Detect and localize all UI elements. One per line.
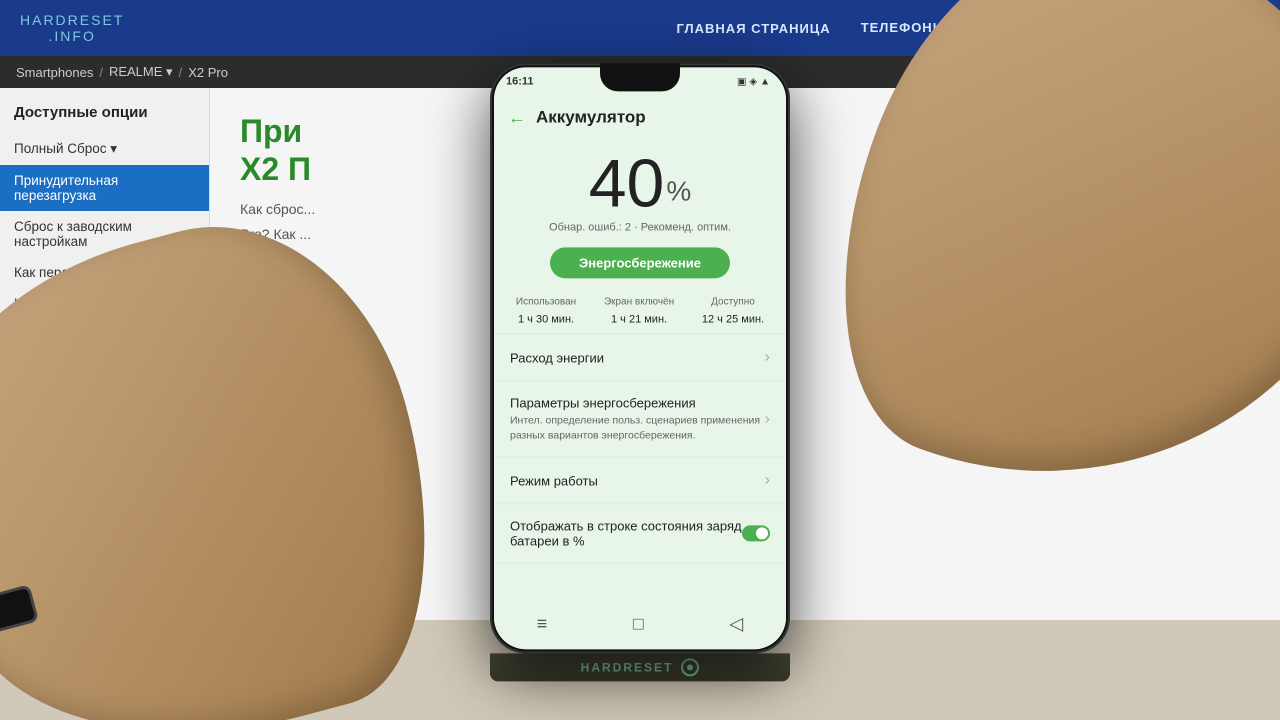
menu-energy-consumption[interactable]: Расход энергии ›: [494, 334, 786, 381]
breadcrumb-sep2: /: [179, 65, 183, 80]
breadcrumb-x2pro[interactable]: X2 Pro: [188, 65, 228, 80]
chevron-icon-1: ›: [765, 410, 770, 428]
menu-power-save-params[interactable]: Параметры энергосбережения Интел. опреде…: [494, 381, 786, 457]
avail-label: Доступно: [702, 296, 764, 307]
logo-line2: .INFO: [20, 28, 124, 44]
battery-percent-section: 40% Обнар. ошиб.: 2 · Рекоменд. оптим.: [494, 139, 786, 239]
battery-pct-sign: %: [666, 175, 691, 206]
stand-logo: HARDRESET: [581, 660, 674, 674]
logo-line1: HARDRESET: [20, 12, 124, 28]
energy-consumption-title: Расход энергии: [510, 350, 765, 365]
realme-logo: REALME: [1035, 130, 1250, 185]
battery-percentage: 40: [589, 149, 665, 217]
stand-power-icon: [681, 658, 699, 676]
breadcrumb-sep1: /: [99, 65, 103, 80]
screen-label: Экран включён: [604, 296, 674, 307]
phone-screen: 16:11 ▣ ◈ ▲ ← Аккумулятор 40% Обнар. оши…: [494, 67, 786, 649]
nav-menu-btn[interactable]: ≡: [537, 613, 548, 634]
sidebar-item-reboot[interactable]: Как перезагрузить: [0, 257, 209, 288]
site-nav: ГЛАВНАЯ СТРАНИЦА ТЕЛЕФОНЫ ▾ УСТРОЙСТВА ▾…: [676, 20, 1260, 36]
sidebar-item-hidden-mode[interactable]: Скрытые Режим...: [0, 319, 209, 350]
status-icons: ▣ ◈ ▲: [737, 76, 770, 87]
signal-icon: ◈: [749, 76, 757, 87]
status-time: 16:11: [506, 75, 534, 87]
sidebar-item-full-reset[interactable]: Полный Сброс ▾: [0, 133, 209, 165]
site-logo: HARDRESET .INFO: [20, 12, 124, 44]
sidebar-item-factory-reset[interactable]: Сброс к заводским настройкам: [0, 211, 209, 257]
menu-show-percent[interactable]: Отображать в строке состояния заряд бата…: [494, 505, 786, 564]
nav-back-btn[interactable]: ◁: [729, 613, 743, 634]
sidebar-item-force-restart[interactable]: Принудительная перезагрузка: [0, 165, 209, 211]
sidebar-item-d[interactable]: Д...: [0, 381, 209, 412]
battery-subtitle: Обнар. ошиб.: 2 · Рекоменд. оптим.: [494, 221, 786, 233]
phone-nav-bar: ≡ □ ◁: [494, 605, 786, 641]
nav-devices[interactable]: УСТРОЙСТВА ▾: [989, 20, 1099, 36]
breadcrumb-realme[interactable]: REALME ▾: [109, 64, 173, 80]
used-value: 1 ч 30 мин.: [518, 313, 574, 325]
usage-stat-screen: Экран включён 1 ч 21 мин.: [604, 296, 674, 327]
battery-icon: ▲: [760, 76, 770, 87]
phone-stand: HARDRESET: [490, 653, 790, 681]
nav-home-btn[interactable]: □: [633, 613, 644, 634]
nav-home[interactable]: ГЛАВНАЯ СТРАНИЦА: [676, 20, 830, 36]
app-title: Аккумулятор: [536, 107, 646, 127]
app-header: ← Аккумулятор: [494, 95, 786, 139]
avail-value: 12 ч 25 мин.: [702, 313, 764, 325]
site-header: HARDRESET .INFO ГЛАВНАЯ СТРАНИЦА ТЕЛЕФОН…: [0, 0, 1280, 56]
used-label: Использован: [516, 296, 576, 307]
chevron-icon-2: ›: [765, 472, 770, 490]
sidebar-title: Доступные опции: [0, 104, 209, 133]
show-percent-title: Отображать в строке состояния заряд бата…: [510, 519, 742, 549]
show-percent-toggle[interactable]: [742, 526, 770, 542]
nav-articles[interactable]: СТАТЬИ: [1129, 20, 1187, 36]
power-save-params-desc: Интел. определение польз. сценариев прим…: [510, 413, 765, 442]
phone-notch: [600, 63, 680, 91]
phone-body: 16:11 ▣ ◈ ▲ ← Аккумулятор 40% Обнар. оши…: [490, 63, 790, 653]
menu-work-mode[interactable]: Режим работы ›: [494, 458, 786, 505]
wifi-icon: ▣: [737, 76, 746, 87]
power-save-params-title: Параметры энергосбережения: [510, 395, 765, 410]
power-save-button[interactable]: Энергосбережение: [550, 247, 730, 278]
usage-stats: Использован 1 ч 30 мин. Экран включён 1 …: [494, 286, 786, 334]
phone-wrapper: 16:11 ▣ ◈ ▲ ← Аккумулятор 40% Обнар. оши…: [490, 63, 790, 681]
chevron-icon-0: ›: [765, 348, 770, 366]
nav-phones[interactable]: ТЕЛЕФОНЫ ▾: [861, 20, 959, 36]
sidebar-item-reset-pr[interactable]: Сбросить пр...: [0, 350, 209, 381]
usage-stat-used: Использован 1 ч 30 мин.: [516, 296, 576, 327]
power-icon-inner: [687, 664, 693, 670]
nav-more[interactable]: СКА...: [1216, 20, 1260, 36]
sidebar-item-codes[interactable]: Коды: [0, 288, 209, 319]
usage-stat-available: Доступно 12 ч 25 мин.: [702, 296, 764, 327]
work-mode-title: Режим работы: [510, 473, 765, 488]
screen-value: 1 ч 21 мин.: [611, 313, 667, 325]
back-arrow-icon[interactable]: ←: [508, 107, 526, 128]
breadcrumb-smartphones[interactable]: Smartphones: [16, 65, 93, 80]
